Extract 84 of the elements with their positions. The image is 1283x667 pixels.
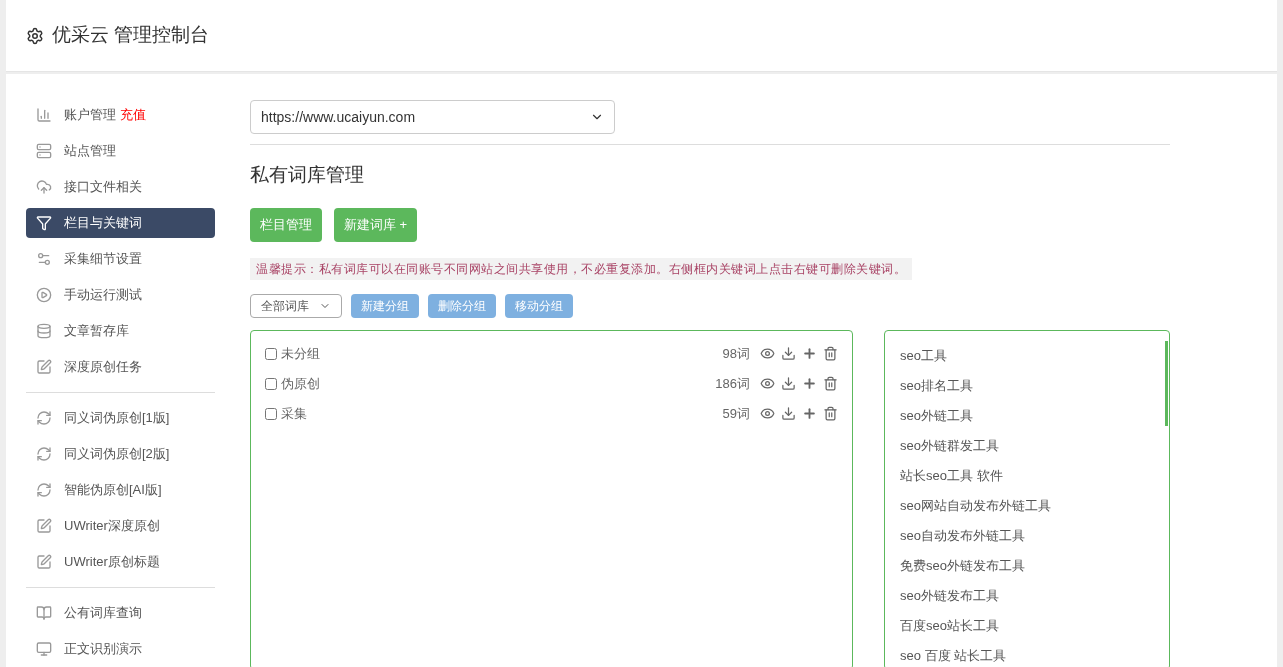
server-icon [36, 143, 52, 159]
sidebar-label: 正文识别演示 [64, 640, 142, 659]
eye-icon[interactable] [760, 346, 775, 361]
play-icon [36, 287, 52, 303]
sidebar-label: UWriter深度原创 [64, 517, 160, 536]
refresh-icon [36, 410, 52, 426]
edit-icon [36, 518, 52, 534]
keyword-item[interactable]: seo 百度 站长工具 [900, 640, 1007, 667]
trash-icon[interactable] [823, 406, 838, 421]
download-icon[interactable] [781, 376, 796, 391]
monitor-icon [36, 641, 52, 657]
sidebar-item[interactable]: UWriter深度原创 [26, 511, 215, 541]
plus-icon[interactable] [802, 376, 817, 391]
sidebar-label: UWriter原创标题 [64, 553, 160, 572]
section-title: 私有词库管理 [250, 163, 365, 187]
sidebar-label: 文章暂存库 [64, 322, 129, 341]
keyword-item[interactable]: 站长seo工具 软件 [900, 460, 1003, 491]
eye-icon[interactable] [760, 406, 775, 421]
word-count: 186词 [715, 374, 750, 393]
sidebar-label: 站点管理 [64, 142, 116, 161]
library-name: 采集 [281, 404, 307, 423]
sidebar-label: 采集细节设置 [64, 250, 142, 269]
keyword-item[interactable]: seo外链发布工具 [900, 580, 999, 611]
site-select[interactable]: https://www.ucaiyun.com [250, 100, 615, 134]
trash-icon[interactable] [823, 346, 838, 361]
sidebar-label: 同义词伪原创[2版] [64, 445, 170, 464]
keyword-item[interactable]: 免费seo外链发布工具 [900, 550, 1025, 581]
filter-icon [36, 215, 52, 231]
sidebar-item[interactable]: 接口文件相关 [26, 172, 215, 202]
library-name: 伪原创 [281, 374, 320, 393]
console-title: 优采云 管理控制台 [52, 23, 210, 48]
settings-icon [26, 26, 44, 45]
sidebar-item[interactable]: 采集细节设置 [26, 244, 215, 274]
edit-icon [36, 554, 52, 570]
download-icon[interactable] [781, 346, 796, 361]
sidebar-label: 公有词库查询 [64, 604, 142, 623]
sidebar-label: 栏目与关键词 [64, 214, 142, 233]
library-filter-select[interactable]: 全部词库 [250, 293, 342, 318]
keyword-item[interactable]: seo自动发布外链工具 [900, 520, 1025, 551]
sidebar-item[interactable]: 账户管理 充值 [26, 100, 215, 130]
sidebar-label: 账户管理 [64, 106, 116, 125]
plus-icon[interactable] [802, 346, 817, 361]
book-icon [36, 605, 52, 621]
plus-icon[interactable] [802, 406, 817, 421]
scrollbar[interactable] [1165, 340, 1168, 426]
sidebar-label: 深度原创任务 [64, 358, 142, 377]
sidebar-item[interactable]: 同义词伪原创[2版] [26, 439, 215, 469]
keyword-item[interactable]: seo排名工具 [900, 370, 973, 401]
tip-text: 温馨提示：私有词库可以在同账号不同网站之间共享使用，不必重复添加。右侧框内关键词上点击右键可删除关键词。 [250, 257, 912, 280]
keyword-item[interactable]: seo网站自动发布外链工具 [900, 490, 1051, 521]
sidebar-label: 智能伪原创[AI版] [64, 481, 162, 500]
library-checkbox[interactable] [265, 377, 277, 390]
sidebar-label: 同义词伪原创[1版] [64, 409, 170, 428]
sidebar-label: 手动运行测试 [64, 286, 142, 305]
sidebar-item[interactable]: 文章暂存库 [26, 316, 215, 346]
trash-icon[interactable] [823, 376, 838, 391]
keyword-item[interactable]: seo工具 [900, 340, 947, 371]
library-checkbox[interactable] [265, 347, 277, 360]
sidebar-label: 接口文件相关 [64, 178, 142, 197]
library-checkbox[interactable] [265, 407, 277, 420]
eye-icon[interactable] [760, 376, 775, 391]
sidebar-item[interactable]: 智能伪原创[AI版] [26, 475, 215, 505]
sidebar-item[interactable]: 公有词库查询 [26, 598, 215, 628]
cloud-upload-icon [36, 179, 52, 195]
sidebar-item[interactable]: 同义词伪原创[1版] [26, 403, 215, 433]
database-icon [36, 323, 52, 339]
keyword-item[interactable]: 百度seo站长工具 [900, 610, 999, 641]
keyword-item[interactable]: seo外链群发工具 [900, 430, 999, 461]
word-count: 59词 [722, 404, 750, 423]
refresh-icon [36, 482, 52, 498]
sidebar-item[interactable]: 手动运行测试 [26, 280, 215, 310]
edit-icon [36, 359, 52, 375]
sidebar-item[interactable]: UWriter原创标题 [26, 547, 215, 577]
download-icon[interactable] [781, 406, 796, 421]
sidebar-item[interactable]: 深度原创任务 [26, 352, 215, 382]
library-name: 未分组 [281, 344, 320, 363]
bar-chart-icon [36, 107, 52, 123]
word-count: 98词 [722, 344, 750, 363]
sidebar-item[interactable]: 正文识别演示 [26, 634, 215, 664]
refresh-icon [36, 446, 52, 462]
keyword-item[interactable]: seo外链工具 [900, 400, 973, 431]
sidebar-item[interactable]: 栏目与关键词 [26, 208, 215, 238]
sidebar-item[interactable]: 站点管理 [26, 136, 215, 166]
recharge-link[interactable]: 充值 [120, 105, 146, 125]
